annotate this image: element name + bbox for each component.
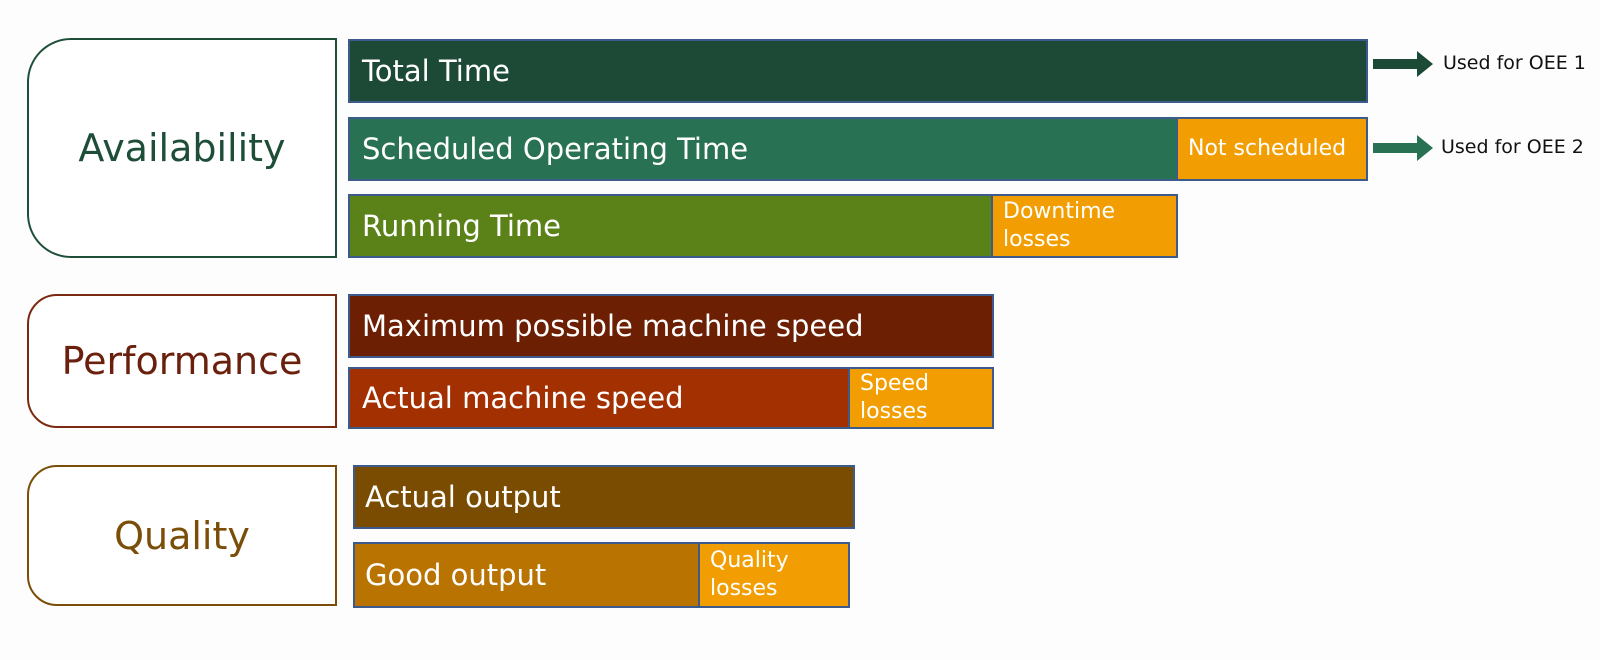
bar-running-time: Running Time Downtime losses [348,194,1178,258]
loss-downtime: Downtime losses [991,196,1176,256]
loss-quality: Quality losses [698,544,848,606]
loss-not-scheduled: Not scheduled [1176,119,1366,179]
bar-actual-output: Actual output [353,465,855,529]
bar-scheduled-operating-time-label: Scheduled Operating Time [362,132,749,166]
loss-speed: Speed losses [848,369,992,427]
bar-good-output: Good output Quality losses [353,542,850,608]
arrow-right-icon [1373,51,1433,77]
category-availability-label: Availability [78,126,286,170]
bar-good-output-label: Good output [365,558,547,592]
bar-total-time-label: Total Time [362,54,510,88]
oee2-label: Used for OEE 2 [1441,136,1584,158]
bar-total-time: Total Time [348,39,1368,103]
category-performance-label: Performance [61,339,303,383]
category-quality: Quality [27,465,337,606]
bar-actual-output-label: Actual output [365,480,561,514]
bar-scheduled-operating-time: Scheduled Operating Time Not scheduled [348,117,1368,181]
bar-max-machine-speed: Maximum possible machine speed [348,294,994,358]
arrow-right-icon [1373,135,1433,161]
bar-actual-machine-speed-label: Actual machine speed [362,381,684,415]
category-availability: Availability [27,38,337,258]
bar-max-machine-speed-label: Maximum possible machine speed [362,309,864,343]
category-quality-label: Quality [114,513,250,558]
oee1-label: Used for OEE 1 [1443,52,1586,74]
bar-actual-machine-speed: Actual machine speed Speed losses [348,367,994,429]
bar-running-time-label: Running Time [362,209,562,243]
category-performance: Performance [27,294,337,428]
